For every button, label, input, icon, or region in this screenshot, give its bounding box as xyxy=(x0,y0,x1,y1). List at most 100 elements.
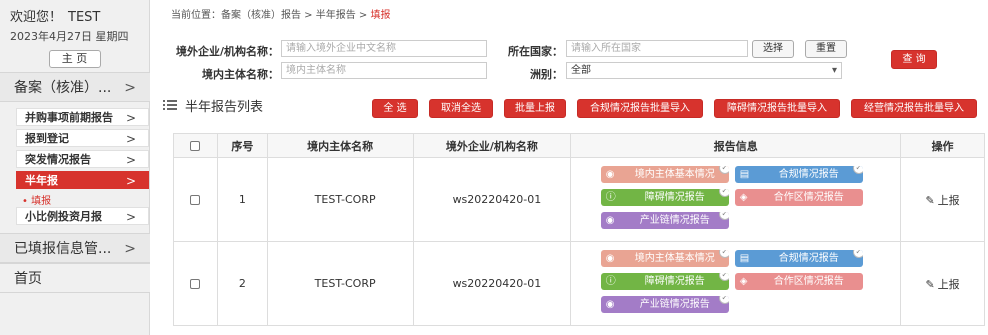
report-tags: ◉ 境内主体基本情况 ✓ ▤ 合规情况报告 ✓ ⓘ 障碍情况报告 ✓ ◈ 合作区… xyxy=(600,162,871,238)
query-button[interactable]: 查 询 xyxy=(891,50,937,69)
sidebar-item-label: 小比例投资月报 xyxy=(25,210,102,223)
chevron-right-icon: > xyxy=(125,174,136,188)
tag-basic-info[interactable]: ◉ 境内主体基本情况 ✓ xyxy=(600,249,729,267)
edit-icon: ✎ xyxy=(925,193,935,207)
tag-label: 合作区情况报告 xyxy=(773,191,844,203)
tag-label: 产业链情况报告 xyxy=(639,298,710,310)
select-all-button[interactable]: 全 选 xyxy=(372,99,418,118)
check-icon: ✓ xyxy=(718,272,729,281)
continent-select[interactable]: 全部 ▾ xyxy=(566,62,842,79)
tag-cooperation[interactable]: ◈ 合作区情况报告 xyxy=(734,188,863,206)
reset-button[interactable]: 重置 xyxy=(805,40,847,58)
import-compliance-button[interactable]: 合规情况报告批量导入 xyxy=(577,99,703,118)
row-checkbox-cell xyxy=(173,241,218,326)
header-reports: 报告信息 xyxy=(570,133,902,158)
country-input[interactable] xyxy=(566,40,748,57)
import-obstacle-button[interactable]: 障碍情况报告批量导入 xyxy=(714,99,840,118)
sidebar-section-submitted[interactable]: 已填报信息管... > xyxy=(0,233,150,263)
welcome-text: 欢迎您！ TEST xyxy=(0,0,149,25)
tag-basic-info[interactable]: ◉ 境内主体基本情况 ✓ xyxy=(600,165,729,183)
current-date: 2023年4月27日 星期四 xyxy=(10,30,129,43)
header-foreign: 境外企业/机构名称 xyxy=(412,133,572,158)
sidebar-item-half-year[interactable]: 半年报 > xyxy=(16,171,149,189)
foreign-name-input[interactable] xyxy=(281,40,487,57)
chevron-right-icon: > xyxy=(124,241,136,257)
report-action[interactable]: ✎ 上报 xyxy=(925,194,959,207)
sidebar-item-small-investment[interactable]: 小比例投资月报 > xyxy=(16,207,149,225)
tag-label: 障碍情况报告 xyxy=(644,191,705,203)
report-action-label: 上报 xyxy=(937,193,960,207)
row-seq: 2 xyxy=(216,241,268,326)
home-button[interactable]: 主 页 xyxy=(48,50,101,68)
report-action[interactable]: ✎ 上报 xyxy=(925,278,959,291)
cancel-all-button[interactable]: 取消全选 xyxy=(429,99,493,118)
main-content: 当前位置：备案（核准）报告 > 半年报告 > 填报 境外企业/机构名称： 所在国… xyxy=(151,0,988,335)
row-action-cell: ✎ 上报 xyxy=(900,157,985,242)
info-icon: ⓘ xyxy=(605,191,616,203)
check-icon: ✓ xyxy=(718,188,729,197)
check-icon: ✓ xyxy=(852,165,863,174)
breadcrumb-current: 填报 xyxy=(370,10,391,21)
import-operation-button[interactable]: 经营情况报告批量导入 xyxy=(851,99,977,118)
batch-report-button[interactable]: 批量上报 xyxy=(504,99,566,118)
domestic-name-label: 境内主体名称： xyxy=(202,68,279,81)
handshake-icon: ◈ xyxy=(739,275,748,287)
check-icon: ✓ xyxy=(718,211,729,220)
tag-industry-chain[interactable]: ◉ 产业链情况报告 ✓ xyxy=(600,211,729,229)
row-checkbox[interactable] xyxy=(190,279,201,289)
eye-icon: ◉ xyxy=(605,252,615,264)
tag-compliance[interactable]: ▤ 合规情况报告 ✓ xyxy=(734,165,863,183)
list-icon xyxy=(163,100,177,110)
eye-icon: ◉ xyxy=(605,214,615,226)
tag-obstacle[interactable]: ⓘ 障碍情况报告 ✓ xyxy=(600,272,729,290)
row-domestic-name: TEST-CORP xyxy=(266,241,414,326)
tag-obstacle[interactable]: ⓘ 障碍情况报告 ✓ xyxy=(600,188,729,206)
sidebar-item-registration[interactable]: 报到登记 > xyxy=(16,129,149,147)
continent-select-value: 全部 xyxy=(571,65,591,76)
header-domestic: 境内主体名称 xyxy=(266,133,414,158)
sidebar-section-filing[interactable]: 备案（核准）... > xyxy=(0,72,150,102)
table-row: 2 TEST-CORP ws20220420-01 ◉ 境内主体基本情况 ✓ ▤… xyxy=(173,241,985,326)
username: TEST xyxy=(68,10,101,25)
tag-cooperation[interactable]: ◈ 合作区情况报告 xyxy=(734,272,863,290)
sidebar-item-label: 并购事项前期报告 xyxy=(25,111,113,124)
row-reports-cell: ◉ 境内主体基本情况 ✓ ▤ 合规情况报告 ✓ ⓘ 障碍情况报告 ✓ ◈ 合作区… xyxy=(570,157,902,242)
sidebar-item-pre-merger[interactable]: 并购事项前期报告 > xyxy=(16,108,149,126)
select-all-checkbox[interactable] xyxy=(190,141,201,151)
row-action-cell: ✎ 上报 xyxy=(900,241,985,326)
tag-label: 产业链情况报告 xyxy=(639,214,710,226)
row-checkbox[interactable] xyxy=(190,195,201,205)
continent-label: 洲别： xyxy=(530,68,563,81)
report-table: 序号 境内主体名称 境外企业/机构名称 报告信息 操作 1 TEST-CORP … xyxy=(173,133,985,326)
breadcrumb-path: 备案（核准）报告 > 半年报告 > xyxy=(221,10,371,21)
domestic-name-input[interactable] xyxy=(281,62,487,79)
chevron-right-icon: > xyxy=(125,111,136,125)
table-row: 1 TEST-CORP ws20220420-01 ◉ 境内主体基本情况 ✓ ▤… xyxy=(173,157,985,242)
sidebar-section-submitted-label: 已填报信息管... xyxy=(14,241,112,257)
sidebar-item-label: 报到登记 xyxy=(25,132,69,145)
sidebar-item-label: 半年报 xyxy=(25,174,58,187)
chevron-right-icon: > xyxy=(125,210,136,224)
row-seq: 1 xyxy=(216,157,268,242)
row-checkbox-cell xyxy=(173,157,218,242)
check-icon: ✓ xyxy=(718,165,729,174)
row-reports-cell: ◉ 境内主体基本情况 ✓ ▤ 合规情况报告 ✓ ⓘ 障碍情况报告 ✓ ◈ 合作区… xyxy=(570,241,902,326)
tag-compliance[interactable]: ▤ 合规情况报告 ✓ xyxy=(734,249,863,267)
check-icon: ✓ xyxy=(852,249,863,258)
report-tags: ◉ 境内主体基本情况 ✓ ▤ 合规情况报告 ✓ ⓘ 障碍情况报告 ✓ ◈ 合作区… xyxy=(600,246,871,322)
sidebar-leaf-fill[interactable]: • 填报 xyxy=(22,192,51,207)
report-action-label: 上报 xyxy=(937,277,960,291)
select-country-button[interactable]: 选择 xyxy=(752,40,794,58)
sidebar-item-label: 突发情况报告 xyxy=(25,153,91,166)
document-icon: ▤ xyxy=(739,168,750,180)
chevron-right-icon: > xyxy=(125,132,136,146)
sidebar-section-home[interactable]: 首页 xyxy=(0,263,150,293)
table-header-row: 序号 境内主体名称 境外企业/机构名称 报告信息 操作 xyxy=(173,133,985,158)
breadcrumb-prefix: 当前位置： xyxy=(171,10,221,21)
tag-label: 境内主体基本情况 xyxy=(634,168,715,180)
sidebar: 欢迎您！ TEST 2023年4月27日 星期四 主 页 备案（核准）... > … xyxy=(0,0,150,335)
eye-icon: ◉ xyxy=(605,298,615,310)
tag-industry-chain[interactable]: ◉ 产业链情况报告 ✓ xyxy=(600,295,729,313)
country-label: 所在国家： xyxy=(508,45,563,58)
sidebar-item-emergency[interactable]: 突发情况报告 > xyxy=(16,150,149,168)
